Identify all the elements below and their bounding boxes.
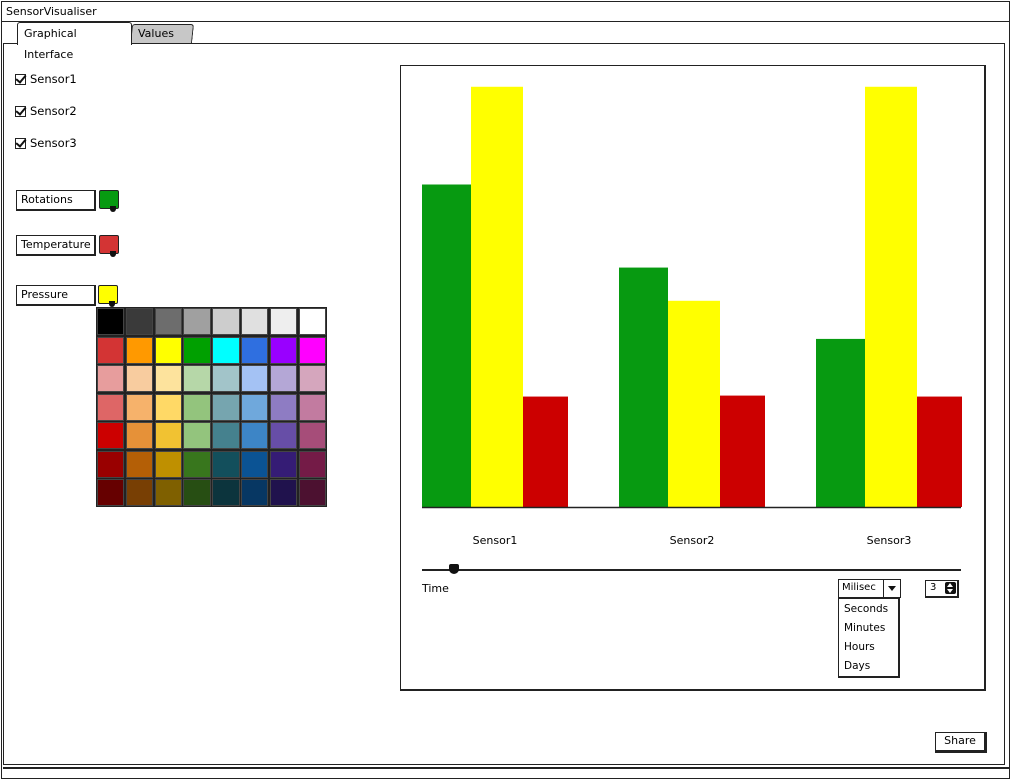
bar-sensor2-series1 (619, 267, 668, 507)
time-unit-dropdown[interactable]: Milisec (838, 579, 901, 598)
bar-sensor3-series1 (816, 338, 865, 507)
number-stepper[interactable]: 3 (925, 580, 959, 598)
time-label: Time (422, 582, 449, 595)
stepper-value: 3 (930, 582, 937, 593)
x-tick-label: Sensor2 (670, 534, 715, 547)
time-unit-options: Seconds Minutes Hours Days (838, 598, 900, 678)
spinner-arrows-icon[interactable] (945, 582, 956, 594)
bar-sensor3-series3 (917, 396, 962, 507)
bar-sensor3-series2 (865, 86, 917, 507)
bar-sensor2-series3 (720, 395, 765, 507)
time-unit-selected: Milisec (842, 582, 876, 593)
option-days[interactable]: Days (844, 660, 870, 672)
x-tick-label: Sensor1 (473, 534, 518, 547)
bar-sensor1-series1 (422, 184, 471, 507)
share-button[interactable]: Share (935, 732, 987, 753)
time-slider-track[interactable] (422, 569, 961, 571)
option-seconds[interactable]: Seconds (844, 603, 888, 615)
bar-sensor1-series3 (523, 396, 568, 507)
bar-sensor2-series2 (668, 300, 720, 507)
status-bar-divider (3, 767, 1009, 769)
option-minutes[interactable]: Minutes (844, 622, 885, 634)
tab-graphical-interface[interactable]: Graphical Interface (17, 22, 132, 61)
chevron-down-icon[interactable] (883, 580, 900, 597)
bar-sensor1-series2 (471, 86, 523, 507)
option-hours[interactable]: Hours (844, 641, 875, 653)
x-tick-label: Sensor3 (867, 534, 912, 547)
